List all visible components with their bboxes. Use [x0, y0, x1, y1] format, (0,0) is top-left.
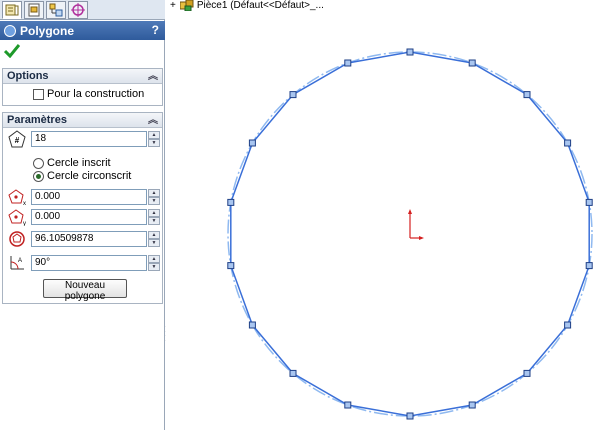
inscribed-label: Cercle inscrit [47, 157, 111, 169]
angle-spinner[interactable]: ▲ ▼ [148, 255, 160, 271]
construction-checkbox-row[interactable]: Pour la construction [33, 88, 144, 100]
ok-checkmark-button[interactable] [4, 44, 20, 58]
options-group-header[interactable]: Options ︽ [3, 69, 162, 84]
polygon-vertex[interactable] [564, 321, 572, 329]
display-manager-tab[interactable] [68, 1, 88, 19]
polygon-vertex[interactable] [523, 369, 531, 377]
parameters-group-header[interactable]: Paramètres ︽ [3, 113, 162, 128]
polygon-vertex[interactable] [227, 198, 235, 206]
property-manager-panel: Polygone ? Options ︽ Pour la constructio… [0, 0, 165, 430]
panel-title: Polygone [20, 23, 75, 38]
parameters-group: Paramètres ︽ # 18 ▲ ▼ Cercle inscrit Cerc… [2, 112, 163, 304]
polygon-vertex[interactable] [289, 91, 297, 99]
polygon-vertex[interactable] [289, 369, 297, 377]
polygon-vertex[interactable] [564, 139, 572, 147]
sides-count-input[interactable]: 18 [31, 131, 147, 147]
sketch-canvas[interactable] [166, 0, 604, 430]
sides-count-icon: # [8, 130, 26, 148]
inscribed-radio-row[interactable]: Cercle inscrit [33, 157, 111, 169]
new-polygon-button[interactable]: Nouveau polygone [43, 279, 127, 302]
polygon-vertex[interactable] [468, 59, 476, 67]
polygon-vertex[interactable] [406, 48, 414, 56]
property-manager-tab[interactable] [2, 1, 22, 19]
polygon-icon [4, 24, 16, 37]
svg-text:#: # [15, 136, 20, 145]
polygon-vertex[interactable] [227, 262, 235, 270]
construction-label: Pour la construction [47, 88, 145, 100]
panel-header: Polygone ? [0, 21, 165, 40]
polygon-vertex[interactable] [585, 262, 593, 270]
parameters-group-title: Paramètres [7, 114, 67, 126]
svg-text:y: y [23, 221, 26, 226]
svg-text:A: A [18, 258, 22, 264]
construction-checkbox[interactable] [33, 88, 44, 100]
center-y-input[interactable]: 0.000 [31, 209, 147, 225]
polygon-vertex[interactable] [248, 139, 256, 147]
center-y-icon: y [8, 208, 26, 227]
polygon-vertex[interactable] [248, 321, 256, 329]
center-y-spinner[interactable]: ▲ ▼ [148, 209, 160, 225]
polygon-vertex[interactable] [344, 59, 352, 67]
collapse-icon[interactable]: ︽ [148, 69, 158, 84]
configuration-tab[interactable] [24, 1, 44, 19]
polygon-vertex[interactable] [344, 401, 352, 409]
diameter-input[interactable]: 96.10509878 [31, 231, 147, 247]
polygon-vertex[interactable] [585, 198, 593, 206]
circle-diameter-icon [8, 230, 26, 248]
feature-tree-tab[interactable] [46, 1, 66, 19]
display-manager-icon [71, 3, 85, 17]
property-manager-icon [5, 4, 19, 16]
circumscribed-radio-row[interactable]: Cercle circonscrit [33, 170, 131, 182]
circumscribed-radio[interactable] [33, 170, 44, 182]
configuration-icon [28, 3, 40, 17]
origin-marker [408, 209, 424, 240]
feature-tree-icon [49, 3, 63, 17]
angle-icon: A [8, 254, 26, 272]
svg-text:x: x [23, 201, 26, 206]
polygon-vertex[interactable] [523, 91, 531, 99]
center-x-spinner[interactable]: ▲ ▼ [148, 189, 160, 205]
angle-input[interactable]: 90° [31, 255, 147, 271]
sides-spinner[interactable]: ▲ ▼ [148, 131, 160, 147]
circumscribed-label: Cercle circonscrit [47, 170, 132, 182]
options-group-title: Options [7, 70, 49, 82]
options-group: Options ︽ Pour la construction [2, 68, 163, 106]
center-x-icon: x [8, 188, 26, 207]
inscribed-radio[interactable] [33, 157, 44, 169]
diameter-spinner[interactable]: ▲ ▼ [148, 231, 160, 247]
panel-tabs [0, 0, 165, 20]
polygon-vertex[interactable] [468, 401, 476, 409]
center-x-input[interactable]: 0.000 [31, 189, 147, 205]
help-button[interactable]: ? [152, 23, 159, 37]
polygon-vertex[interactable] [406, 412, 414, 420]
collapse-icon[interactable]: ︽ [148, 113, 158, 128]
